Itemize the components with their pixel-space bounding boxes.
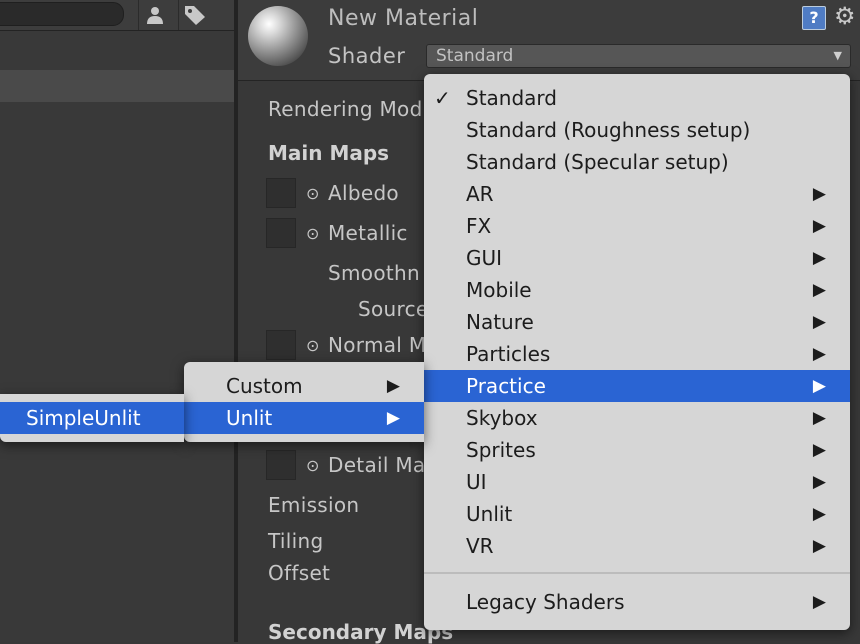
menu-item-standard[interactable]: ✓ Standard	[424, 82, 850, 114]
emission-label: Emission	[268, 493, 360, 517]
menu-item-practice[interactable]: Practice ▶	[424, 370, 850, 402]
offset-label: Offset	[268, 561, 331, 585]
search-field[interactable]	[0, 2, 124, 26]
practice-submenu: Custom ▶ Unlit ▶	[184, 362, 424, 442]
chevron-right-icon: ▶	[812, 408, 826, 428]
rendering-mode-label: Rendering Mod	[268, 97, 423, 121]
picker-icon[interactable]: ⊙	[306, 336, 319, 355]
metallic-label: Metallic	[328, 221, 408, 245]
menu-item-fx[interactable]: FX ▶	[424, 210, 850, 242]
menu-item-mobile[interactable]: Mobile ▶	[424, 274, 850, 306]
shader-menu: ✓ Standard Standard (Roughness setup) St…	[424, 74, 850, 630]
chevron-right-icon: ▶	[812, 504, 826, 524]
unlit-submenu: SimpleUnlit	[0, 394, 184, 442]
chevron-down-icon: ▼	[833, 49, 842, 62]
shader-label: Shader	[328, 44, 406, 68]
chevron-right-icon: ▶	[386, 408, 400, 428]
material-preview-sphere	[248, 6, 308, 66]
picker-icon[interactable]: ⊙	[306, 184, 319, 203]
chevron-right-icon: ▶	[812, 472, 826, 492]
chevron-right-icon: ▶	[812, 216, 826, 236]
tag-icon[interactable]	[178, 0, 211, 30]
help-icon[interactable]: ?	[802, 6, 826, 30]
menu-item-nature[interactable]: Nature ▶	[424, 306, 850, 338]
checkmark-icon: ✓	[434, 86, 451, 110]
hierarchy-selected-row[interactable]	[0, 70, 234, 102]
smoothness-label: Smoothn	[328, 261, 420, 285]
menu-item-standard-roughness[interactable]: Standard (Roughness setup)	[424, 114, 850, 146]
normal-map-label: Normal M	[328, 333, 427, 357]
submenu-item-custom[interactable]: Custom ▶	[184, 370, 424, 402]
menu-separator	[424, 572, 850, 574]
menu-item-legacy-shaders[interactable]: Legacy Shaders ▶	[424, 586, 850, 618]
menu-item-ar[interactable]: AR ▶	[424, 178, 850, 210]
picker-icon[interactable]: ⊙	[306, 224, 319, 243]
menu-item-ui[interactable]: UI ▶	[424, 466, 850, 498]
menu-item-standard-specular[interactable]: Standard (Specular setup)	[424, 146, 850, 178]
metallic-texture-slot[interactable]	[266, 218, 296, 248]
chevron-right-icon: ▶	[812, 592, 826, 612]
albedo-label: Albedo	[328, 181, 399, 205]
menu-item-particles[interactable]: Particles ▶	[424, 338, 850, 370]
chevron-right-icon: ▶	[812, 184, 826, 204]
albedo-texture-slot[interactable]	[266, 178, 296, 208]
submenu-item-simpleunlit[interactable]: SimpleUnlit	[0, 402, 184, 434]
chevron-right-icon: ▶	[386, 376, 400, 396]
material-name: New Material	[328, 6, 479, 31]
chevron-right-icon: ▶	[812, 280, 826, 300]
chevron-right-icon: ▶	[812, 248, 826, 268]
chevron-right-icon: ▶	[812, 440, 826, 460]
tiling-label: Tiling	[268, 529, 324, 553]
normal-map-texture-slot[interactable]	[266, 330, 296, 360]
submenu-item-unlit[interactable]: Unlit ▶	[184, 402, 424, 434]
menu-item-skybox[interactable]: Skybox ▶	[424, 402, 850, 434]
detail-mask-label: Detail Ma	[328, 453, 426, 477]
shader-dropdown-value: Standard	[436, 46, 514, 66]
source-label: Source	[358, 297, 429, 321]
settings-icon[interactable]: ⚙	[834, 2, 856, 30]
chevron-right-icon: ▶	[812, 376, 826, 396]
shader-dropdown[interactable]: Standard ▼	[426, 44, 851, 68]
main-maps-header: Main Maps	[268, 141, 390, 165]
menu-item-gui[interactable]: GUI ▶	[424, 242, 850, 274]
picker-icon[interactable]: ⊙	[306, 456, 319, 475]
menu-item-vr[interactable]: VR ▶	[424, 530, 850, 562]
menu-item-unlit[interactable]: Unlit ▶	[424, 498, 850, 530]
person-icon[interactable]	[138, 0, 171, 30]
chevron-right-icon: ▶	[812, 312, 826, 332]
menu-item-sprites[interactable]: Sprites ▶	[424, 434, 850, 466]
chevron-right-icon: ▶	[812, 536, 826, 556]
detail-mask-texture-slot[interactable]	[266, 450, 296, 480]
chevron-right-icon: ▶	[812, 344, 826, 364]
